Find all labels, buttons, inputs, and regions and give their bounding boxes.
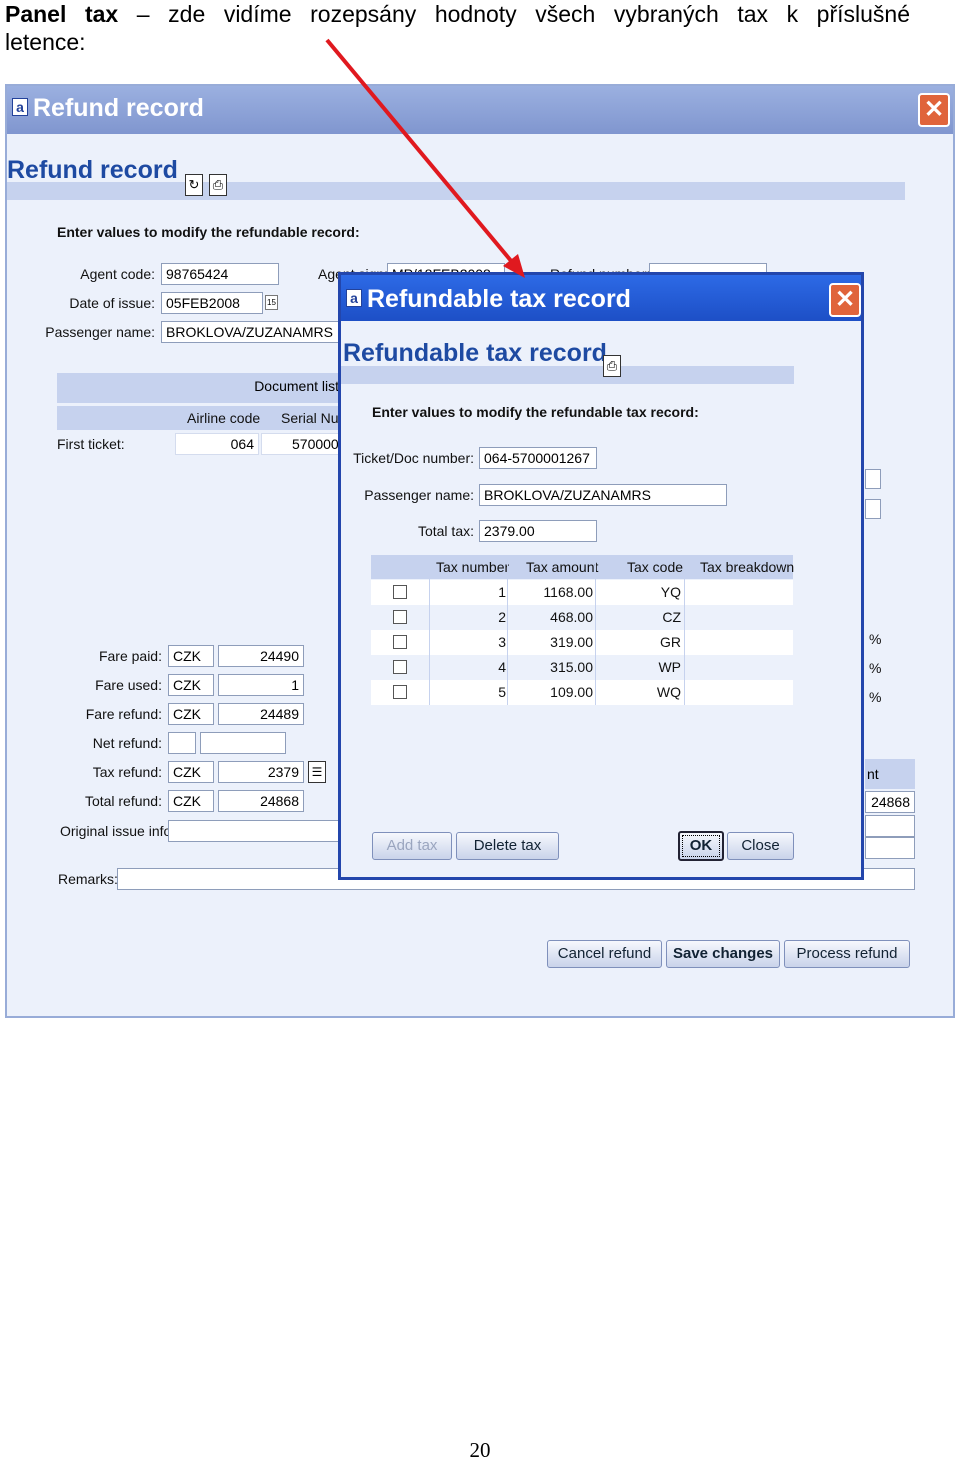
tax-refund-field[interactable]: 2379 <box>218 761 304 783</box>
right-field-1[interactable] <box>865 469 881 489</box>
tax-row[interactable]: 4 315.00 WP <box>371 655 793 680</box>
tax-breakdown-header: Tax breakdown <box>700 559 795 575</box>
original-issue-label: Original issue info: <box>60 823 176 839</box>
save-changes-button[interactable]: Save changes <box>666 940 780 968</box>
percent-1: % <box>869 631 882 647</box>
close-button[interactable]: Close <box>727 832 794 860</box>
fare-used-field[interactable]: 1 <box>218 674 304 696</box>
document-list-header: Document list <box>57 373 343 403</box>
tax-refund-currency[interactable]: CZK <box>168 761 214 783</box>
fare-paid-label: Fare paid: <box>98 648 162 664</box>
tax-code-header: Tax code <box>627 559 684 575</box>
tax-amount-cell: 1168.00 <box>543 584 593 600</box>
tax-row[interactable]: 5 109.00 WQ <box>371 680 793 705</box>
right-field-4[interactable] <box>865 837 915 859</box>
refundable-tax-dialog: a Refundable tax record ✕ Refundable tax… <box>338 272 864 880</box>
tax-number-cell: 2 <box>498 609 506 625</box>
tax-row-checkbox[interactable] <box>393 585 407 599</box>
tax-refund-label: Tax refund: <box>92 764 162 780</box>
net-refund-label: Net refund: <box>92 735 162 751</box>
total-refund-field[interactable]: 24868 <box>218 790 304 812</box>
tax-amount-cell: 315.00 <box>550 659 593 675</box>
fare-refund-currency[interactable]: CZK <box>168 703 214 725</box>
tax-row-checkbox[interactable] <box>393 635 407 649</box>
cancel-refund-button[interactable]: Cancel refund <box>547 940 662 968</box>
tax-amount-cell: 109.00 <box>550 684 593 700</box>
net-refund-currency[interactable] <box>168 732 196 754</box>
total-tax-field[interactable]: 2379.00 <box>479 520 597 542</box>
airline-code-cell[interactable]: 064 <box>175 433 259 455</box>
tax-row-checkbox[interactable] <box>393 660 407 674</box>
total-tax-label: Total tax: <box>417 523 474 539</box>
total-refund-label: Total refund: <box>84 793 162 809</box>
dialog-passenger-label: Passenger name: <box>364 487 474 503</box>
right-field-2[interactable] <box>865 499 881 519</box>
tax-amount-cell: 468.00 <box>550 609 593 625</box>
tax-number-cell: 5 <box>498 684 506 700</box>
percent-3: % <box>869 689 882 705</box>
fare-refund-label: Fare refund: <box>85 706 162 722</box>
delete-tax-button[interactable]: Delete tax <box>456 832 559 860</box>
tax-row[interactable]: 1 1168.00 YQ <box>371 580 793 605</box>
net-refund-field[interactable] <box>200 732 286 754</box>
col-divider <box>507 555 508 705</box>
tax-row-checkbox[interactable] <box>393 610 407 624</box>
original-issue-field[interactable] <box>168 820 343 842</box>
tax-number-cell: 4 <box>498 659 506 675</box>
remarks-label: Remarks: <box>58 871 118 887</box>
passenger-name-label: Passenger name: <box>45 324 155 340</box>
total-refund-currency[interactable]: CZK <box>168 790 214 812</box>
fare-used-currency[interactable]: CZK <box>168 674 214 696</box>
first-ticket-label: First ticket: <box>57 436 125 452</box>
fare-refund-field[interactable]: 24489 <box>218 703 304 725</box>
col-divider <box>684 555 685 705</box>
right-column-header: nt <box>865 759 915 789</box>
right-total-field[interactable]: 24868 <box>865 791 915 813</box>
fare-used-label: Fare used: <box>95 677 162 693</box>
tax-row[interactable]: 3 319.00 GR <box>371 630 793 655</box>
tax-number-cell: 3 <box>498 634 506 650</box>
tax-row-checkbox[interactable] <box>393 685 407 699</box>
tax-code-cell: YQ <box>660 584 681 600</box>
arrow-line <box>325 38 514 264</box>
process-refund-button[interactable]: Process refund <box>784 940 910 968</box>
right-column-label: nt <box>867 766 879 782</box>
dialog-passenger-field[interactable]: BROKLOVA/ZUZANAMRS <box>479 484 727 506</box>
tax-code-cell: WQ <box>656 684 681 700</box>
tax-amount-cell: 319.00 <box>550 634 593 650</box>
tax-code-cell: CZ <box>662 609 681 625</box>
tax-row[interactable]: 2 468.00 CZ <box>371 605 793 630</box>
tax-detail-icon[interactable]: ☰ <box>308 761 326 783</box>
tax-number-cell: 1 <box>498 584 506 600</box>
document-list-title: Document list <box>254 378 339 394</box>
passenger-name-field[interactable]: BROKLOVA/ZUZANAMRS <box>161 321 343 343</box>
col-divider <box>595 555 596 705</box>
dialog-printer-icon[interactable]: ⎙ <box>603 355 621 377</box>
tax-code-cell: WP <box>658 659 681 675</box>
ticket-doc-label: Ticket/Doc number: <box>353 450 474 466</box>
tax-code-cell: GR <box>660 634 681 650</box>
dialog-instruction: Enter values to modify the refundable ta… <box>372 404 699 420</box>
tax-amount-header: Tax amount <box>526 559 599 575</box>
ticket-doc-field[interactable]: 064-5700001267 <box>479 447 597 469</box>
page-number: 20 <box>469 1438 491 1462</box>
col-divider <box>429 555 430 705</box>
ok-button[interactable]: OK <box>678 831 724 861</box>
airline-code-header: Airline code <box>187 410 261 426</box>
add-tax-button[interactable]: Add tax <box>372 832 452 860</box>
fare-paid-currency[interactable]: CZK <box>168 645 214 667</box>
annotation-arrow <box>325 38 525 278</box>
dialog-section-title: Refundable tax record <box>343 339 607 367</box>
percent-2: % <box>869 660 882 676</box>
dialog-section-band <box>341 366 794 384</box>
right-field-3[interactable] <box>865 815 915 837</box>
serial-number-cell[interactable]: 5700001 <box>261 433 343 455</box>
tax-number-header: Tax number <box>436 559 510 575</box>
fare-paid-field[interactable]: 24490 <box>218 645 304 667</box>
